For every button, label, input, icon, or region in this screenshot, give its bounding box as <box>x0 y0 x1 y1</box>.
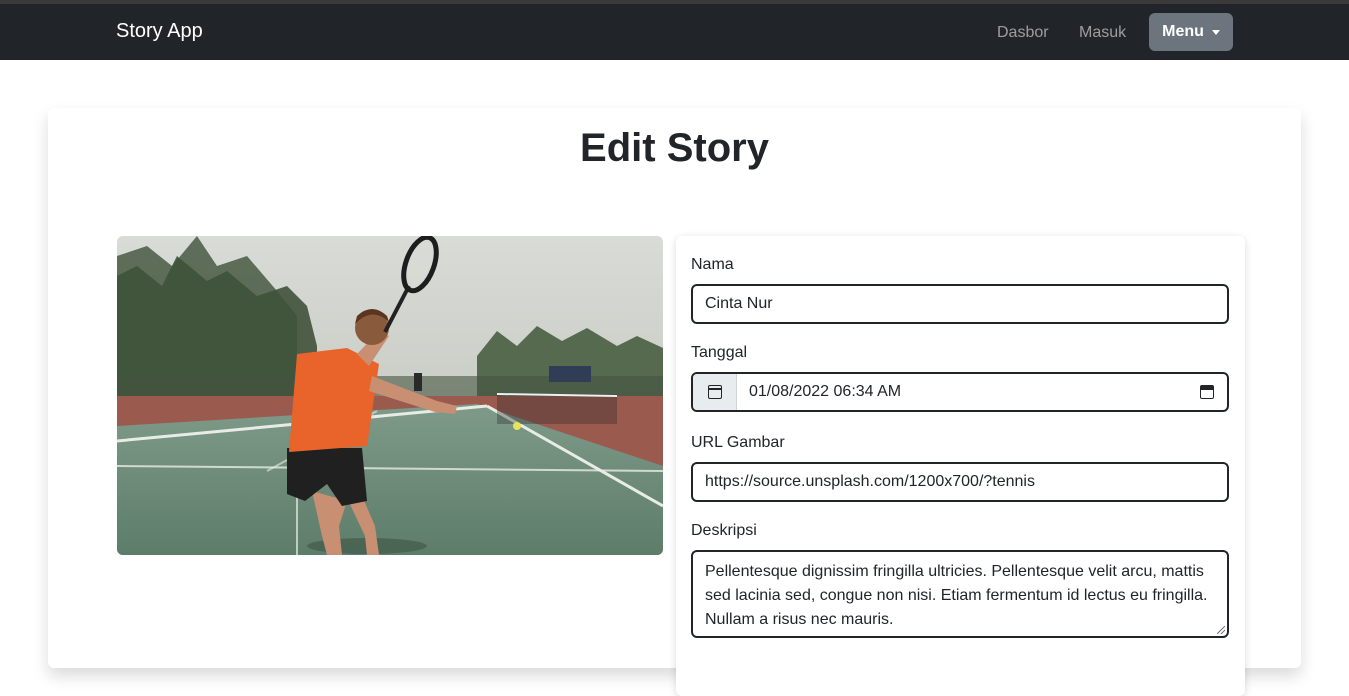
caret-down-icon <box>1211 29 1220 35</box>
nama-input[interactable]: Cinta Nur <box>691 284 1229 324</box>
page-title: Edit Story <box>580 126 769 170</box>
tanggal-value: 01/08/2022 06:34 AM <box>749 383 902 400</box>
navbar: Story App Dasbor Masuk Menu <box>0 4 1349 60</box>
resize-grip-icon[interactable] <box>1217 626 1225 634</box>
story-form: Nama Cinta Nur Tanggal 01/08/2022 06:34 … <box>676 236 1245 696</box>
tanggal-label: Tanggal <box>691 344 748 361</box>
edit-story-card: Edit Story Nama Cinta Nur Tanggal 01/08/… <box>48 108 1301 696</box>
calendar-picker-button[interactable] <box>1187 374 1227 410</box>
menu-dropdown-button[interactable]: Menu <box>1149 13 1233 51</box>
deskripsi-textarea[interactable]: Pellentesque dignissim fringilla ultrici… <box>691 550 1229 638</box>
nav-link-dasbor[interactable]: Dasbor <box>997 24 1049 42</box>
nama-label: Nama <box>691 256 734 273</box>
url-gambar-label: URL Gambar <box>691 434 785 451</box>
story-image-preview <box>117 236 663 555</box>
menu-button-label: Menu <box>1162 23 1204 40</box>
deskripsi-value: Pellentesque dignissim fringilla ultrici… <box>705 563 1208 628</box>
nav-link-masuk[interactable]: Masuk <box>1079 24 1126 42</box>
calendar-icon <box>707 385 722 399</box>
url-gambar-input[interactable]: https://source.unsplash.com/1200x700/?te… <box>691 462 1229 502</box>
calendar-picker-icon <box>1200 385 1214 399</box>
calendar-addon <box>693 374 737 410</box>
tanggal-input[interactable]: 01/08/2022 06:34 AM <box>691 372 1229 412</box>
navbar-brand[interactable]: Story App <box>116 20 203 43</box>
deskripsi-label: Deskripsi <box>691 522 757 539</box>
